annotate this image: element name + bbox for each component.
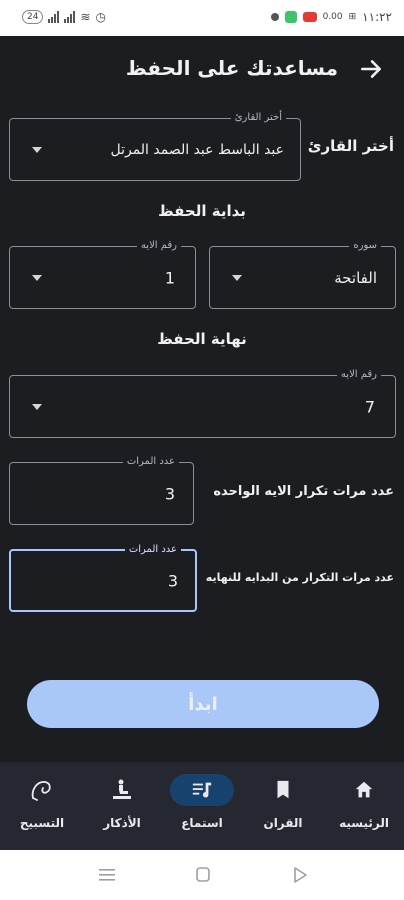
repeat-each-label: عدد مرات تكرار الايه الواحده — [213, 484, 394, 499]
youtube-icon — [302, 12, 317, 22]
app-header: مساعدتك على الحفظ — [0, 36, 404, 100]
reader-label: أختر القارئ — [307, 137, 394, 155]
home-button-icon[interactable] — [193, 866, 213, 884]
alarm-icon: ◷ — [95, 10, 106, 24]
clock-text: ١١:٢٢ — [362, 10, 392, 24]
signal-icon — [48, 11, 60, 23]
book-icon — [277, 780, 289, 799]
status-left: 24 ≋ ◷ — [22, 10, 106, 24]
start-section-title: بداية الحفظ — [158, 202, 246, 220]
chevron-down-icon — [32, 274, 42, 281]
repeat-full-legend: عدد المرات — [124, 543, 181, 557]
carrier-text: 0.00 — [322, 12, 343, 22]
wifi-icon: ≋ — [80, 10, 91, 24]
reader-legend: أختر القارئ — [230, 111, 286, 125]
repeat-each-legend: عدد المرات — [122, 455, 179, 469]
ayah-start-select[interactable]: رقم الايه 1 — [9, 239, 196, 309]
nav-item-tasbih[interactable]: التسبيح — [2, 772, 82, 842]
system-navigation-bar — [0, 850, 404, 900]
repeat-full-label: عدد مرات التكرار من البدايه للنهايه — [205, 571, 394, 584]
nav-label-adhkar: الأذكار — [103, 816, 141, 830]
nav-item-listen[interactable]: استماع — [162, 772, 242, 842]
recent-apps-icon[interactable] — [97, 866, 117, 884]
chevron-down-icon — [232, 274, 242, 281]
start-button[interactable]: ابدأ — [27, 680, 379, 728]
nav-item-adhkar[interactable]: الأذكار — [82, 772, 162, 842]
misc-icon: ⊞ — [348, 12, 357, 22]
nav-label-listen: استماع — [181, 816, 223, 830]
status-right: 0.00 ⊞ ١١:٢٢ — [270, 10, 392, 24]
surah-start-legend: سوره — [349, 239, 381, 253]
ayah-start-legend: رقم الايه — [136, 239, 181, 253]
ayah-start-value: 1 — [164, 268, 175, 287]
nav-label-tasbih: التسبيح — [19, 816, 65, 830]
repeat-full-input[interactable]: عدد المرات 3 — [9, 543, 197, 612]
back-arrow-icon[interactable] — [358, 56, 384, 82]
end-section-title: نهاية الحفظ — [157, 330, 247, 348]
music-icon — [192, 782, 212, 798]
repeat-each-value: 3 — [164, 484, 175, 503]
reader-select[interactable]: أختر القارئ عبد الباسط عبد الصمد المرتل — [9, 111, 301, 181]
surah-start-select[interactable]: سوره الفاتحة — [209, 239, 396, 309]
nav-item-quran[interactable]: القران — [243, 772, 323, 842]
reader-value: عبد الباسط عبد الصمد المرتل — [110, 141, 284, 158]
chevron-down-icon — [32, 403, 42, 410]
chevron-down-icon — [32, 146, 42, 153]
signal-2-icon — [64, 11, 76, 23]
repeat-full-value: 3 — [167, 571, 178, 590]
nav-label-quran: القران — [263, 816, 303, 830]
back-button-icon[interactable] — [290, 866, 310, 884]
page-title: مساعدتك على الحفظ — [125, 56, 338, 80]
ayah-end-legend: رقم الايه — [336, 368, 381, 382]
ayah-end-select[interactable]: رقم الايه 7 — [9, 368, 396, 438]
bottom-navigation: الرئيسيه القران استماع الأذكار التسبيح — [0, 762, 404, 850]
notification-dot-icon — [270, 13, 279, 21]
ayah-end-value: 7 — [364, 397, 375, 416]
nav-label-home: الرئيسيه — [339, 816, 389, 830]
beads-icon — [31, 781, 51, 801]
repeat-each-input[interactable]: عدد المرات 3 — [9, 455, 194, 525]
home-icon — [355, 781, 373, 798]
status-bar: 24 ≋ ◷ 0.00 ⊞ ١١:٢٢ — [0, 0, 404, 36]
nav-item-home[interactable]: الرئيسيه — [324, 772, 404, 842]
surah-start-value: الفاتحة — [334, 268, 377, 287]
app-notification-icon — [284, 11, 297, 23]
prayer-icon — [113, 779, 131, 799]
battery-icon: 24 — [22, 10, 44, 24]
